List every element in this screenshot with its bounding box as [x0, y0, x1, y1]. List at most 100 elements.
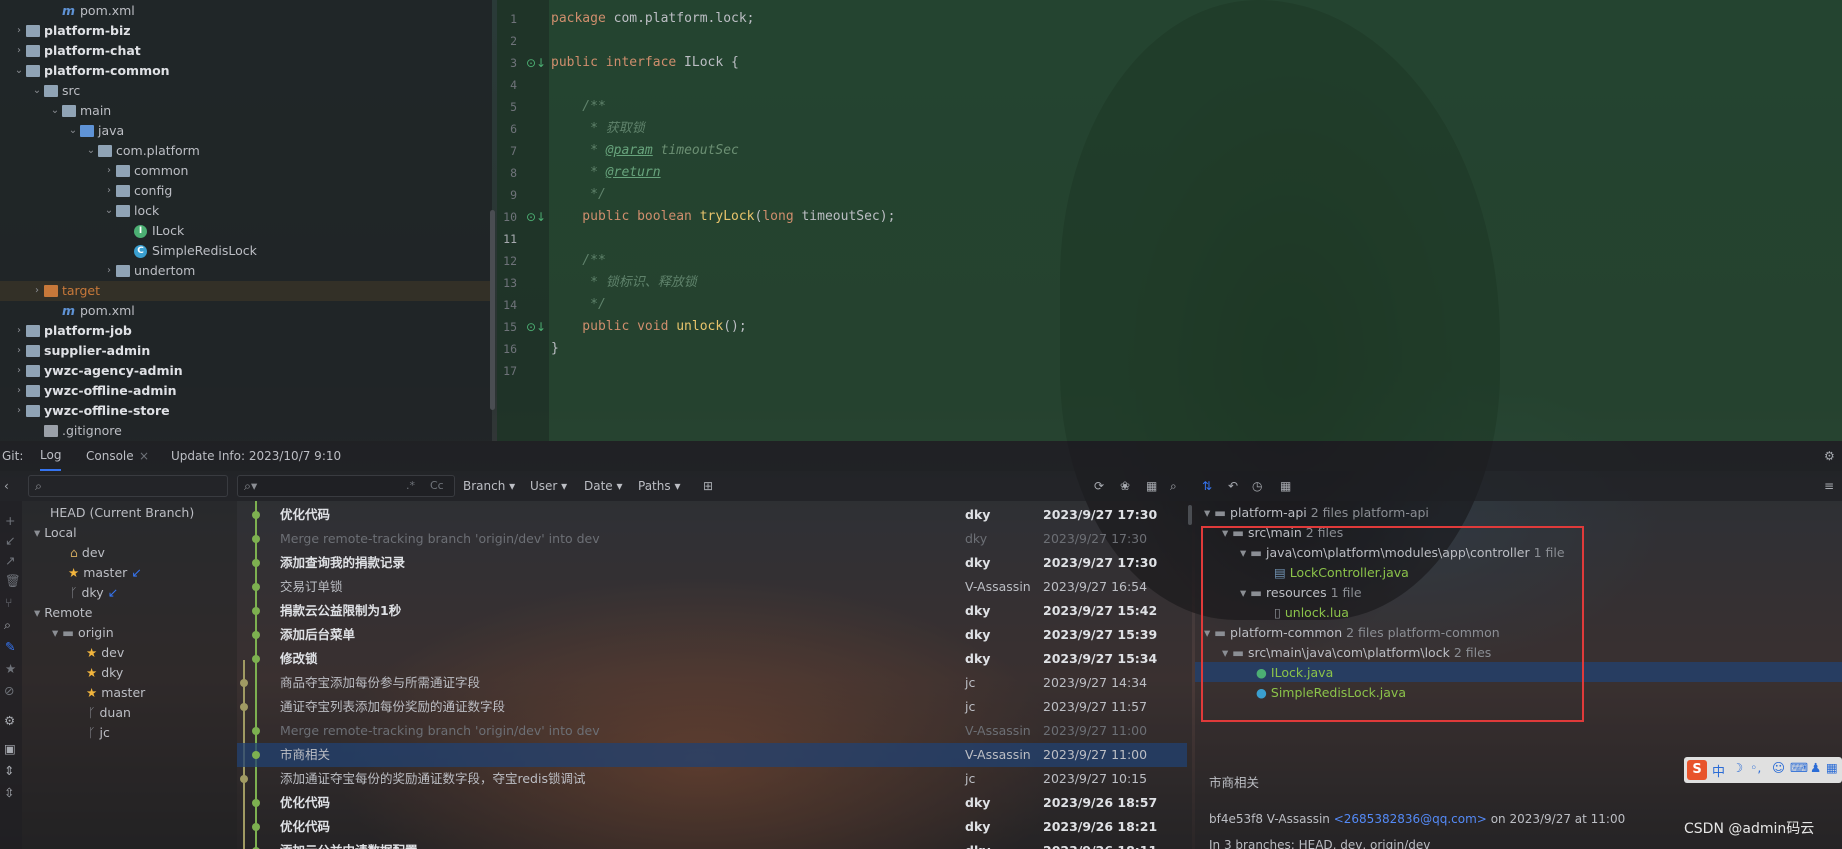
commit-row[interactable]: 添加后台菜单 dky 2023/9/27 15:39	[237, 623, 1187, 647]
commit-row[interactable]: 优化代码 dky 2023/9/26 18:21	[237, 815, 1187, 839]
ime-language-label[interactable]: 中	[1712, 761, 1725, 780]
implemented-icon[interactable]: ⊙↓	[526, 52, 546, 74]
tree-item[interactable]: I ILock	[0, 221, 492, 241]
branch-origin-dky[interactable]: ★ dky	[86, 663, 123, 683]
punctuation-icon[interactable]: ◦,	[1750, 760, 1761, 775]
user-filter[interactable]: User ▾	[530, 471, 567, 501]
chevron-right-icon[interactable]: ›	[104, 261, 114, 281]
commit-row[interactable]: 添加查询我的捐款记录 dky 2023/9/27 17:30	[237, 551, 1187, 575]
branch-filter[interactable]: Branch ▾	[463, 471, 515, 501]
branch-search-input[interactable]: ⌕	[28, 475, 228, 497]
implemented-icon[interactable]: ⊙↓	[526, 316, 546, 338]
tab-console[interactable]: Console	[86, 441, 134, 471]
search-icon[interactable]: ⌕	[1170, 471, 1177, 501]
branch-head[interactable]: HEAD (Current Branch)	[50, 503, 194, 523]
branch-group-origin[interactable]: ▾ ▬ origin	[52, 623, 114, 643]
chevron-right-icon[interactable]: ›	[14, 41, 24, 61]
branch-origin-duan[interactable]: ᚴ duan	[88, 703, 131, 723]
branch-local-dky[interactable]: ᚴ dky ↙	[70, 583, 118, 603]
refresh-icon[interactable]: ⟳	[1094, 471, 1104, 501]
match-case-toggle[interactable]: Cc	[430, 479, 444, 492]
paths-filter[interactable]: Paths ▾	[638, 471, 680, 501]
cherry-pick-icon[interactable]: ❀	[1120, 471, 1130, 501]
chevron-right-icon[interactable]: ›	[32, 281, 42, 301]
chevron-down-icon[interactable]: ⌄	[14, 61, 24, 81]
group-by-icon[interactable]: ▦	[1280, 471, 1291, 501]
tree-item[interactable]: m pom.xml	[0, 1, 492, 21]
tree-item[interactable]: .gitignore	[0, 421, 492, 441]
options-icon[interactable]: ≡	[1824, 471, 1834, 501]
branch-origin-dev[interactable]: ★ dev	[86, 643, 124, 663]
layout-icon[interactable]: ▦	[1146, 471, 1157, 501]
tree-item[interactable]: › common	[0, 161, 492, 181]
chevron-down-icon[interactable]: ⌄	[32, 81, 42, 101]
gear-icon[interactable]: ⚙	[1824, 441, 1835, 471]
tree-item[interactable]: › undertom	[0, 261, 492, 281]
tab-log[interactable]: Log	[40, 441, 62, 471]
tree-item[interactable]: C SimpleRedisLock	[0, 241, 492, 261]
commit-row[interactable]: 修改锁 dky 2023/9/27 15:34	[237, 647, 1187, 671]
collapse-all-icon[interactable]: ⇳	[4, 785, 14, 800]
tree-item[interactable]: › ywzc-offline-store	[0, 401, 492, 421]
commit-row[interactable]: 通证夺宝列表添加每份奖励的通证数字段 jc 2023/9/27 11:57	[237, 695, 1187, 719]
tree-item[interactable]: › target	[0, 281, 492, 301]
branch-group-local[interactable]: ▾ Local	[34, 523, 77, 543]
branch-origin-master[interactable]: ★ master	[86, 683, 145, 703]
arrow-down-left-icon[interactable]: ↙	[5, 533, 15, 548]
tree-item[interactable]: ⌄ platform-common	[0, 61, 492, 81]
tree-item[interactable]: › supplier-admin	[0, 341, 492, 361]
branch-origin-jc[interactable]: ᚴ jc	[88, 723, 110, 743]
commit-scrollbar[interactable]	[1188, 505, 1192, 525]
tree-item[interactable]: › ywzc-agency-admin	[0, 361, 492, 381]
expand-all-icon[interactable]: ⇕	[4, 763, 14, 778]
delete-icon[interactable]: 🗑	[5, 573, 21, 589]
keyboard-icon[interactable]: ⌨	[1790, 760, 1808, 775]
tree-item[interactable]: › config	[0, 181, 492, 201]
tree-item[interactable]: ⌄ main	[0, 101, 492, 121]
tree-item[interactable]: ⌄ lock	[0, 201, 492, 221]
tree-item[interactable]: › platform-biz	[0, 21, 492, 41]
tab-update-info[interactable]: Update Info: 2023/10/7 9:10	[171, 441, 341, 471]
chevron-right-icon[interactable]: ›	[14, 321, 24, 341]
author-email-link[interactable]: <2685382836@qq.com>	[1334, 812, 1487, 826]
panel-icon[interactable]: ▣	[4, 741, 16, 756]
commit-row[interactable]: Merge remote-tracking branch 'origin/dev…	[237, 527, 1187, 551]
branch-local-dev[interactable]: ⌂ dev	[70, 543, 105, 563]
commit-row[interactable]: 添加通证夺宝每份的奖励通证数字段，夺宝redis锁调试 jc 2023/9/27 1…	[237, 767, 1187, 791]
ime-toolbar[interactable]: S 中 ☽ ◦, ☺ ⌨ ♟ ▦	[1684, 757, 1842, 783]
moon-icon[interactable]: ☽	[1732, 760, 1743, 775]
emoji-icon[interactable]: ☺	[1772, 760, 1785, 775]
implemented-icon[interactable]: ⊙↓	[526, 206, 546, 228]
diff-icon[interactable]: ⇅	[1202, 471, 1212, 501]
chevron-left-icon[interactable]: ‹	[4, 471, 9, 501]
arrow-up-right-icon[interactable]: ↗	[5, 553, 15, 568]
user-icon[interactable]: ♟	[1810, 760, 1821, 775]
chevron-right-icon[interactable]: ›	[104, 181, 114, 201]
chevron-right-icon[interactable]: ›	[14, 341, 24, 361]
tree-item[interactable]: › ywzc-offline-admin	[0, 381, 492, 401]
commit-row[interactable]: 优化代码 dky 2023/9/27 17:30	[237, 503, 1187, 527]
history-icon[interactable]: ◷	[1252, 471, 1262, 501]
add-icon[interactable]: +	[5, 513, 15, 528]
chevron-right-icon[interactable]: ›	[14, 361, 24, 381]
commit-row[interactable]: 优化代码 dky 2023/9/26 18:57	[237, 791, 1187, 815]
chevron-down-icon[interactable]: ⌄	[86, 141, 96, 161]
search-icon[interactable]: ⌕	[4, 617, 11, 633]
chevron-down-icon[interactable]: ⌄	[68, 121, 78, 141]
star-icon[interactable]: ★	[5, 661, 16, 676]
tree-item[interactable]: ⌄ java	[0, 121, 492, 141]
regex-icon[interactable]: .*	[406, 479, 415, 492]
chevron-down-icon[interactable]: ⌄	[104, 201, 114, 221]
branch-compare-icon[interactable]: ⊘	[4, 683, 14, 698]
commit-row[interactable]: 添加云公益中请数据配置 dky 2023/9/26 18:11	[237, 839, 1187, 849]
merge-icon[interactable]: ⑂	[5, 595, 13, 610]
chevron-right-icon[interactable]: ›	[14, 381, 24, 401]
commit-row[interactable]: 市商相关 V-Assassin 2023/9/27 11:00	[237, 743, 1187, 767]
close-icon[interactable]: ×	[139, 441, 149, 471]
branch-local-master[interactable]: ★ master ↙	[68, 563, 142, 583]
new-tab-icon[interactable]: ⊞	[703, 471, 713, 501]
branch-group-remote[interactable]: ▾ Remote	[34, 603, 92, 623]
edit-icon[interactable]: ✎	[5, 639, 15, 654]
chevron-down-icon[interactable]: ⌄	[50, 101, 60, 121]
commit-row[interactable]: 捐款云公益限制为1秒 dky 2023/9/27 15:42	[237, 599, 1187, 623]
